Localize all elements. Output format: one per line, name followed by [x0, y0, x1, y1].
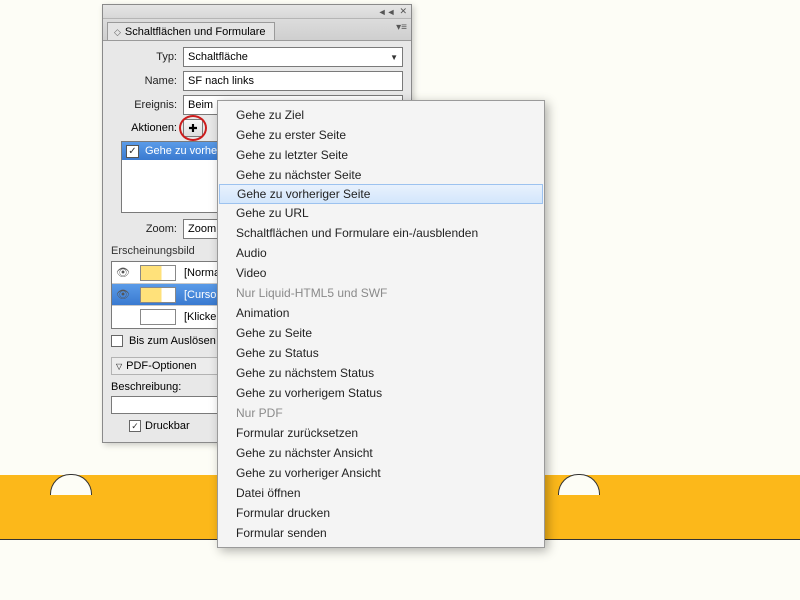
checkbox[interactable]: ✓: [129, 420, 141, 432]
name-input[interactable]: SF nach links: [183, 71, 403, 91]
state-thumb: [140, 287, 176, 303]
state-thumb: [140, 265, 176, 281]
menu-item[interactable]: Formular zurücksetzen: [218, 423, 544, 443]
panel-menu-icon[interactable]: ▾≡: [396, 22, 407, 33]
menu-item[interactable]: Gehe zu URL: [218, 203, 544, 223]
pdf-options-label: PDF-Optionen: [126, 360, 196, 372]
menu-item[interactable]: Gehe zu vorheriger Ansicht: [218, 463, 544, 483]
menu-item[interactable]: Gehe zu Status: [218, 343, 544, 363]
menu-item[interactable]: Audio: [218, 243, 544, 263]
menu-section-header: Nur PDF: [218, 403, 544, 423]
menu-item[interactable]: Datei öffnen: [218, 483, 544, 503]
diamond-icon: ◇: [114, 27, 121, 38]
menu-item[interactable]: Gehe zu nächstem Status: [218, 363, 544, 383]
collapse-icon[interactable]: ◄◄: [378, 7, 396, 17]
panel-tabbar: ◇ Schaltflächen und Formulare ▾≡: [103, 19, 411, 41]
panel-titlebar[interactable]: ◄◄ ✕: [103, 5, 411, 19]
eye-icon[interactable]: 👁: [114, 266, 132, 279]
menu-item[interactable]: Gehe zu vorherigem Status: [218, 383, 544, 403]
action-checkbox[interactable]: ✓: [126, 145, 139, 158]
checkbox[interactable]: [111, 335, 123, 347]
type-combo[interactable]: Schaltfläche ▼: [183, 47, 403, 67]
eye-icon[interactable]: 👁: [114, 288, 132, 301]
state-thumb: [140, 309, 176, 325]
menu-item[interactable]: Gehe zu erster Seite: [218, 125, 544, 145]
chevron-down-icon: ▼: [390, 53, 398, 62]
add-action-button[interactable]: ✚: [183, 119, 203, 137]
menu-item[interactable]: Gehe zu letzter Seite: [218, 145, 544, 165]
menu-item[interactable]: Schaltflächen und Formulare ein-/ausblen…: [218, 223, 544, 243]
type-label: Typ:: [111, 51, 183, 63]
printable-label: Druckbar: [145, 420, 190, 432]
actions-dropdown: Gehe zu ZielGehe zu erster SeiteGehe zu …: [217, 100, 545, 548]
zoom-label: Zoom:: [111, 223, 183, 235]
plus-icon: ✚: [188, 122, 197, 135]
menu-item[interactable]: Formular drucken: [218, 503, 544, 523]
menu-item[interactable]: Formular senden: [218, 523, 544, 543]
disclosure-icon: ▽: [116, 362, 122, 371]
type-value: Schaltfläche: [188, 51, 248, 63]
menu-item[interactable]: Gehe zu nächster Ansicht: [218, 443, 544, 463]
name-label: Name:: [111, 75, 183, 87]
tab-buttons-forms[interactable]: ◇ Schaltflächen und Formulare: [107, 22, 275, 40]
menu-item[interactable]: Video: [218, 263, 544, 283]
menu-section-header: Nur Liquid-HTML5 und SWF: [218, 283, 544, 303]
close-icon[interactable]: ✕: [399, 6, 407, 17]
menu-item[interactable]: Gehe zu Ziel: [218, 105, 544, 125]
menu-item[interactable]: Gehe zu vorheriger Seite: [219, 184, 543, 204]
event-label: Ereignis:: [111, 99, 183, 111]
menu-item[interactable]: Animation: [218, 303, 544, 323]
tab-label: Schaltflächen und Formulare: [125, 26, 266, 38]
actions-label: Aktionen:: [111, 122, 183, 134]
menu-item[interactable]: Gehe zu Seite: [218, 323, 544, 343]
menu-item[interactable]: Gehe zu nächster Seite: [218, 165, 544, 185]
